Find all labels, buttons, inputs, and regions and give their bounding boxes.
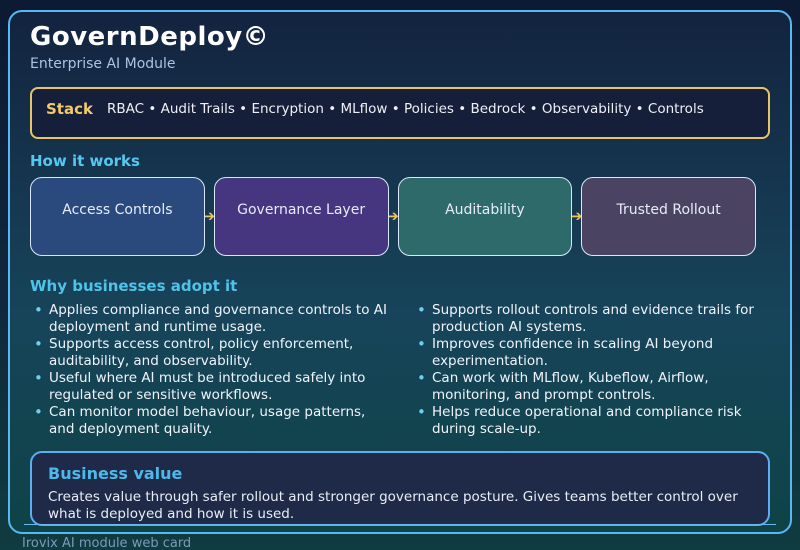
module-card: GovernDeploy© Enterprise AI Module Stack… bbox=[8, 10, 792, 534]
step-governance-layer: Governance Layer bbox=[213, 177, 389, 256]
business-value-text: Creates value through safer rollout and … bbox=[48, 489, 738, 522]
steps-row: Access Controls ➔ Governance Layer ➔ Aud… bbox=[30, 177, 756, 256]
step-connector: ➔ bbox=[386, 177, 399, 256]
why-adopt-left-column: Applies compliance and governance contro… bbox=[32, 302, 387, 438]
why-adopt-right-column: Supports rollout controls and evidence t… bbox=[415, 302, 770, 438]
step-connector: ➔ bbox=[570, 177, 583, 256]
step-access-controls: Access Controls bbox=[30, 177, 205, 256]
step-trusted-rollout: Trusted Rollout bbox=[581, 177, 756, 256]
page-subtitle: Enterprise AI Module bbox=[30, 56, 176, 72]
list-item: Improves confidence in scaling AI beyond… bbox=[415, 336, 770, 370]
stack-bar: Stack RBAC • Audit Trails • Encryption •… bbox=[30, 87, 770, 139]
list-item: Supports access control, policy enforcem… bbox=[32, 336, 387, 370]
step-auditability: Auditability bbox=[397, 177, 573, 256]
why-adopt-heading: Why businesses adopt it bbox=[30, 277, 238, 295]
list-item: Can monitor model behaviour, usage patte… bbox=[32, 404, 387, 438]
stack-items: RBAC • Audit Trails • Encryption • MLflo… bbox=[106, 101, 704, 117]
list-item: Supports rollout controls and evidence t… bbox=[415, 302, 770, 336]
page-title: GovernDeploy© bbox=[30, 22, 270, 52]
stack-label: Stack bbox=[46, 100, 93, 118]
business-value-panel: Business value Creates value through saf… bbox=[30, 451, 770, 526]
divider bbox=[24, 524, 776, 525]
business-value-heading: Business value bbox=[48, 464, 183, 483]
list-item: Can work with MLflow, Kubeflow, Airflow,… bbox=[415, 370, 770, 404]
footer-caption: Irovix AI module web card bbox=[22, 536, 192, 550]
why-adopt-columns: Applies compliance and governance contro… bbox=[30, 302, 770, 438]
step-connector: ➔ bbox=[202, 177, 215, 256]
list-item: Useful where AI must be introduced safel… bbox=[32, 370, 387, 404]
how-it-works-heading: How it works bbox=[30, 152, 140, 170]
list-item: Helps reduce operational and compliance … bbox=[415, 404, 770, 438]
list-item: Applies compliance and governance contro… bbox=[32, 302, 387, 336]
